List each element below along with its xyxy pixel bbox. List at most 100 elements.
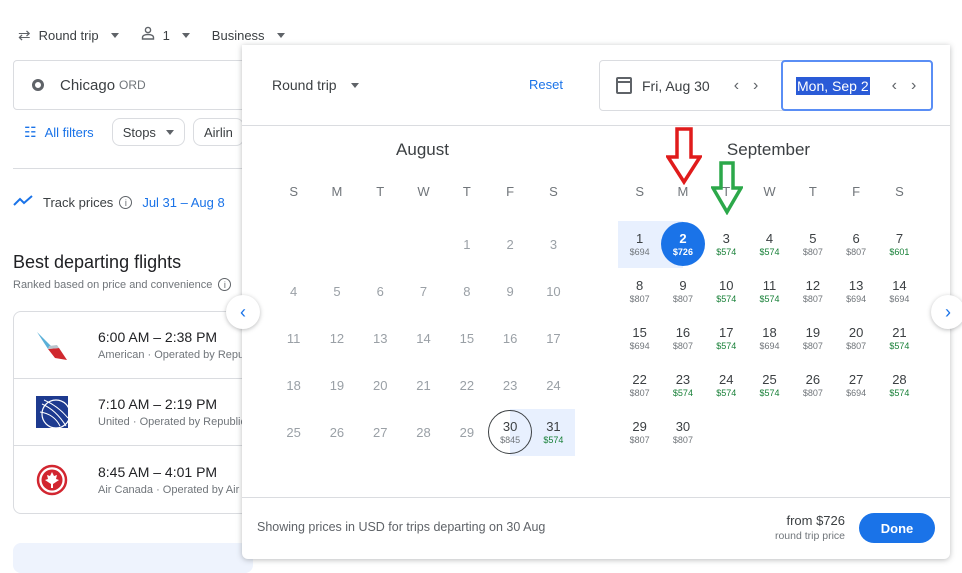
calendar-day[interactable]: 4 <box>272 268 315 315</box>
calendar-day[interactable]: 27 $694 <box>834 362 877 409</box>
day-number: 12 <box>805 278 821 293</box>
airlines-label: Airlin <box>203 124 233 140</box>
day-price: $574 <box>759 388 780 398</box>
calendar-day[interactable]: 29 <box>445 409 488 456</box>
calendar-day[interactable]: 10 $574 <box>705 268 748 315</box>
flight-row[interactable]: 8:45 AM – 4:01 PM Air Canada · Operated … <box>14 446 272 513</box>
calendar-day[interactable]: 11 $574 <box>748 268 791 315</box>
calendar-day[interactable]: 2 <box>488 221 531 268</box>
passengers-select[interactable]: 1 <box>141 26 190 44</box>
calendar-day[interactable]: 2 $726 <box>661 221 706 268</box>
calendar-day[interactable]: 7 $601 <box>878 221 921 268</box>
calendar-day[interactable]: 12 $807 <box>791 268 834 315</box>
calendar-day[interactable]: 28 <box>402 409 445 456</box>
flight-row[interactable]: 7:10 AM – 2:19 PM United · Operated by R… <box>14 379 272 446</box>
calendar-day[interactable]: 1 <box>445 221 488 268</box>
calendar-day[interactable]: 18 <box>272 362 315 409</box>
calendar-day[interactable]: 5 <box>315 268 358 315</box>
calendar-day[interactable]: 21 <box>402 362 445 409</box>
all-filters-button[interactable]: ☷ All filters <box>24 124 94 141</box>
calendar-day[interactable]: 22 <box>445 362 488 409</box>
cabin-class-label: Business <box>211 27 265 43</box>
calendar-day[interactable]: 15 $694 <box>618 315 661 362</box>
calendar-day[interactable]: 5 $807 <box>791 221 834 268</box>
calendar-icon <box>616 77 632 94</box>
departure-date-field[interactable]: Fri, Aug 30 ‹ › <box>600 61 781 110</box>
return-next-icon[interactable]: › <box>911 77 916 95</box>
cabin-class-select[interactable]: Business <box>212 28 285 43</box>
calendar-day[interactable]: 23 $574 <box>661 362 704 409</box>
calendar-day[interactable]: 18 $694 <box>748 315 791 362</box>
calendar-day[interactable]: 24 $574 <box>705 362 748 409</box>
flight-time: 7:10 AM – 2:19 PM <box>98 396 218 412</box>
info-icon[interactable]: i <box>119 196 133 209</box>
calendar-day[interactable]: 15 <box>445 315 488 362</box>
calendar-day[interactable]: 25 <box>272 409 315 456</box>
calendar-day[interactable]: 16 $807 <box>661 315 704 362</box>
calendar-day[interactable]: 9 <box>488 268 531 315</box>
calendar-day[interactable]: 7 <box>402 268 445 315</box>
airlines-filter-chip[interactable]: Airlin <box>192 118 244 146</box>
calendar-day[interactable]: 6 $807 <box>834 221 877 268</box>
calendar-day[interactable]: 13 $694 <box>834 268 877 315</box>
calendar-day[interactable]: 9 $807 <box>661 268 704 315</box>
calendar-day[interactable]: 20 $807 <box>834 315 877 362</box>
calendar-day[interactable]: 31 $574 <box>531 409 576 456</box>
day-number: 27 <box>848 372 864 387</box>
day-number: 19 <box>805 325 821 340</box>
calendar-day[interactable]: 29 $807 <box>618 409 661 456</box>
calendar-day[interactable]: 8 $807 <box>618 268 661 315</box>
calendar-day[interactable]: 6 <box>359 268 402 315</box>
return-prev-icon[interactable]: ‹ <box>892 77 897 95</box>
picker-trip-type-select[interactable]: Round trip <box>272 77 359 93</box>
day-number: 13 <box>848 278 864 293</box>
date-range-field: Fri, Aug 30 ‹ › Mon, Sep 2 ‹ › <box>599 60 933 111</box>
departure-prev-icon[interactable]: ‹ <box>734 77 739 95</box>
calendar-day[interactable]: 30 $807 <box>661 409 704 456</box>
calendar-day[interactable]: 28 $574 <box>878 362 921 409</box>
chevron-right-icon: › <box>945 301 951 322</box>
day-price: $574 <box>759 294 780 304</box>
calendar-day[interactable]: 11 <box>272 315 315 362</box>
calendar-day[interactable]: 3 $574 <box>705 221 748 268</box>
done-button[interactable]: Done <box>859 513 935 543</box>
calendar-day[interactable]: 20 <box>359 362 402 409</box>
info-icon[interactable]: i <box>218 278 232 291</box>
calendar-day[interactable]: 14 $694 <box>878 268 921 315</box>
origin-field[interactable]: Chicago ORD <box>13 60 273 110</box>
calendar-day[interactable]: 24 <box>532 362 575 409</box>
calendar-day[interactable]: 26 $807 <box>791 362 834 409</box>
calendar-day[interactable]: 17 $574 <box>705 315 748 362</box>
calendar-day[interactable]: 10 <box>532 268 575 315</box>
return-date-field[interactable]: Mon, Sep 2 ‹ › <box>781 60 933 111</box>
calendar-day[interactable]: 22 $807 <box>618 362 661 409</box>
calendar-day[interactable]: 23 <box>488 362 531 409</box>
track-prices-label: Track prices <box>43 195 114 210</box>
calendar-day[interactable]: 19 <box>315 362 358 409</box>
calendar-day[interactable]: 12 <box>315 315 358 362</box>
stops-filter-chip[interactable]: Stops <box>111 118 185 146</box>
calendar-day[interactable]: 25 $574 <box>748 362 791 409</box>
stops-label: Stops <box>122 124 156 140</box>
calendar-day[interactable]: 26 <box>315 409 358 456</box>
prev-month-button[interactable]: ‹ <box>226 295 260 329</box>
calendar-day[interactable]: 3 <box>532 221 575 268</box>
calendar-day[interactable]: 16 <box>488 315 531 362</box>
departure-next-icon[interactable]: › <box>753 77 758 95</box>
calendar-day[interactable]: 4 $574 <box>748 221 791 268</box>
reset-button[interactable]: Reset <box>529 77 563 92</box>
calendar-day[interactable]: 1 $694 <box>618 221 662 268</box>
day-price: $807 <box>672 294 693 304</box>
day-number: 26 <box>329 425 345 440</box>
calendar-day[interactable]: 14 <box>402 315 445 362</box>
calendar-day[interactable]: 21 $574 <box>878 315 921 362</box>
trip-type-select[interactable]: ⇄ Round trip <box>18 26 119 44</box>
calendar-day[interactable]: 27 <box>359 409 402 456</box>
calendar-day[interactable]: 30 $845 <box>488 409 533 456</box>
next-month-button[interactable]: › <box>931 295 962 329</box>
track-dates[interactable]: Jul 31 – Aug 8 <box>142 195 224 210</box>
calendar-day[interactable]: 13 <box>359 315 402 362</box>
calendar-day[interactable]: 17 <box>532 315 575 362</box>
calendar-day[interactable]: 19 $807 <box>791 315 834 362</box>
calendar-day[interactable]: 8 <box>445 268 488 315</box>
